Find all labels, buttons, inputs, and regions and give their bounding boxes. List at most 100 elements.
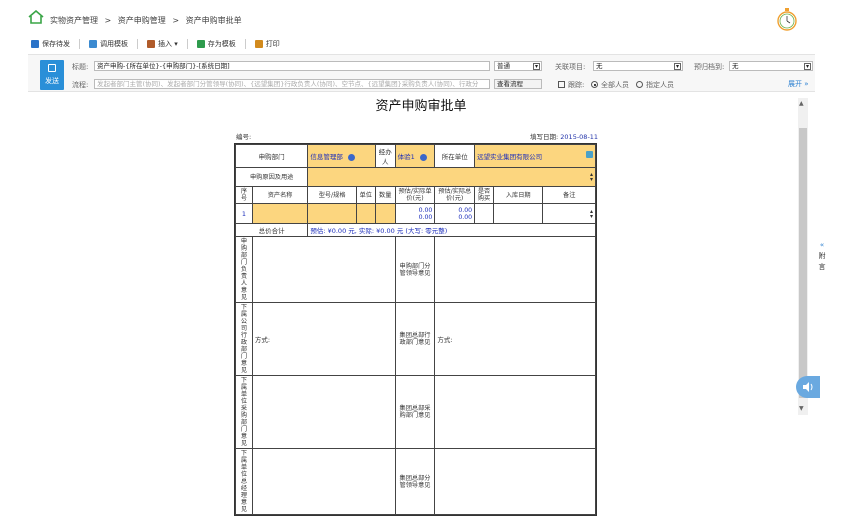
user-icon[interactable]	[419, 153, 427, 161]
save-draft-label: 保存待发	[42, 40, 70, 48]
attachment-side-tab[interactable]: « 附 言	[817, 240, 827, 273]
col-model-header: 型号/规格	[307, 186, 357, 204]
scroll-down-icon[interactable]: ▼	[799, 405, 804, 412]
col-price-header: 预估/实际单价(元)	[394, 186, 436, 204]
textarea-scroll-icon[interactable]: ▴ ▾	[590, 172, 593, 183]
stocked-cell[interactable]	[474, 203, 494, 224]
divider	[79, 39, 80, 49]
view-flow-button[interactable]: 查看流程	[494, 79, 542, 89]
breadcrumb-item[interactable]: 资产申购管理	[118, 16, 166, 25]
col-no-header: 序号	[235, 186, 253, 204]
all-people-radio[interactable]	[591, 81, 598, 88]
print-button[interactable]: 打印	[252, 39, 283, 49]
sub-gm-opinion[interactable]	[251, 448, 396, 515]
qty-input[interactable]	[374, 203, 396, 224]
dept-head-opinion[interactable]	[251, 236, 396, 303]
related-label: 关联项目:	[555, 63, 586, 71]
flow-input[interactable]: 发起者部门主管(协同)、发起者部门分管领导(协同)、{远望集团}行政负责人(协同…	[94, 79, 490, 89]
print-icon	[254, 40, 263, 48]
method-label: 方式:	[254, 336, 271, 344]
chevron-down-icon: ▾	[533, 63, 540, 70]
col-unit-header: 单位	[355, 186, 376, 204]
total-value: 预估: ¥0.00 元, 实际: ¥0.00 元 (大写: 零元整)	[307, 223, 596, 237]
unit-value: 远望实业集团有限公司	[477, 153, 543, 161]
reason-label: 申购原因及用途	[234, 167, 309, 187]
save-draft-button[interactable]: 保存待发	[28, 39, 73, 49]
breadcrumb-item[interactable]: 实物资产管理	[50, 16, 98, 25]
asset-name-input[interactable]	[251, 203, 309, 224]
specified-people-radio[interactable]	[636, 81, 643, 88]
speaker-icon[interactable]	[796, 376, 820, 398]
breadcrumb: 实物资产管理 > 资产申购管理 > 资产申购审批单	[50, 15, 246, 26]
col-stocked-header: 是否购买	[474, 186, 494, 204]
send-button[interactable]: 发送	[40, 60, 64, 90]
total-label: 总价合计	[234, 223, 309, 237]
trace-checkbox[interactable]	[558, 81, 565, 88]
org-icon[interactable]	[586, 151, 593, 158]
unit-input[interactable]	[355, 203, 376, 224]
user-icon[interactable]	[347, 153, 355, 161]
total-cell: 0.00 0.00	[434, 203, 476, 224]
all-people-label: 全部人员	[601, 81, 629, 89]
reason-textarea[interactable]: ▴ ▾	[307, 167, 596, 187]
priority-value: 普通	[497, 62, 510, 70]
group-admin-opinion[interactable]: 方式:	[434, 302, 596, 376]
sub-purchase-opinion[interactable]	[251, 375, 396, 449]
save-template-icon	[196, 40, 205, 48]
scrollbar[interactable]: ▲ ▼	[798, 98, 808, 415]
model-input[interactable]	[307, 203, 357, 224]
clock-icon[interactable]	[776, 6, 798, 32]
related-value: 无	[596, 62, 603, 70]
group-leader-opinion[interactable]	[434, 448, 596, 515]
chevron-down-icon: ▾	[674, 63, 681, 70]
sub-purchase-opinion-label: 下属单位采购部门意见	[235, 375, 253, 449]
group-purchase-opinion[interactable]	[434, 375, 596, 449]
archive-label: 预归档到:	[694, 63, 725, 71]
row-no: 1	[235, 203, 253, 224]
scroll-thumb[interactable]	[799, 128, 807, 398]
in-date-cell[interactable]	[492, 203, 544, 224]
home-icon[interactable]	[28, 10, 44, 24]
dept-field[interactable]: 信息管理部	[307, 144, 376, 168]
remark-cell[interactable]: ▴ ▾	[542, 203, 596, 224]
textarea-scroll-icon[interactable]: ▴ ▾	[590, 208, 593, 219]
divider	[137, 39, 138, 49]
table-row: 1 0.00 0.00 0.00 0.00 ▴ ▾	[235, 203, 596, 224]
trace-label: 跟踪:	[568, 81, 585, 89]
dept-value: 信息管理部	[310, 153, 343, 161]
header-form: 发送 标题: 资产申购-{所在单位}-{申购部门}-[系统日期] 普通 ▾ 关联…	[28, 54, 815, 92]
print-label: 打印	[265, 40, 280, 48]
dept-leader-opinion-label: 申购部门分管领导意见	[394, 236, 436, 303]
chevron-double-left-icon: «	[819, 241, 825, 249]
document-title: 资产申购审批单	[375, 99, 467, 114]
sub-admin-opinion[interactable]: 方式:	[251, 302, 396, 376]
unit-field[interactable]: 远望实业集团有限公司	[474, 144, 596, 168]
save-as-template-label: 存为模板	[207, 40, 236, 48]
fill-date-label: 填写日期:	[530, 133, 559, 141]
handler-field[interactable]: 体验1	[394, 144, 436, 168]
insert-label: 插入 ▾	[158, 40, 178, 48]
fill-date-value: 2015-08-11	[560, 133, 599, 141]
use-template-button[interactable]: 调用模板	[86, 39, 131, 49]
est-price: 0.00	[418, 206, 433, 214]
insert-button[interactable]: 插入 ▾	[144, 39, 181, 49]
col-in-date-header: 入库日期	[492, 186, 544, 204]
priority-select[interactable]: 普通 ▾	[494, 61, 542, 71]
related-select[interactable]: 无 ▾	[593, 61, 683, 71]
group-purchase-opinion-label: 集团总部采购部门意见	[394, 375, 436, 449]
document-number-label: 编号:	[236, 133, 252, 141]
group-admin-opinion-label: 集团总部行政部门意见	[394, 302, 436, 376]
dept-leader-opinion[interactable]	[434, 236, 596, 303]
flow-label: 流程:	[72, 81, 89, 89]
save-icon	[31, 40, 39, 48]
breadcrumb-item: 资产申购审批单	[185, 16, 242, 25]
expand-link[interactable]: 展开 »	[788, 79, 809, 89]
title-label: 标题:	[72, 63, 89, 71]
view-flow-label: 查看流程	[497, 80, 523, 88]
save-as-template-button[interactable]: 存为模板	[194, 39, 239, 49]
title-input[interactable]: 资产申购-{所在单位}-{申购部门}-[系统日期]	[94, 61, 490, 71]
archive-select[interactable]: 无 ▾	[729, 61, 813, 71]
chevron-double-down-icon: »	[804, 80, 809, 88]
fill-date: 填写日期: 2015-08-11	[530, 131, 598, 141]
handler-label: 经办人	[374, 144, 396, 168]
